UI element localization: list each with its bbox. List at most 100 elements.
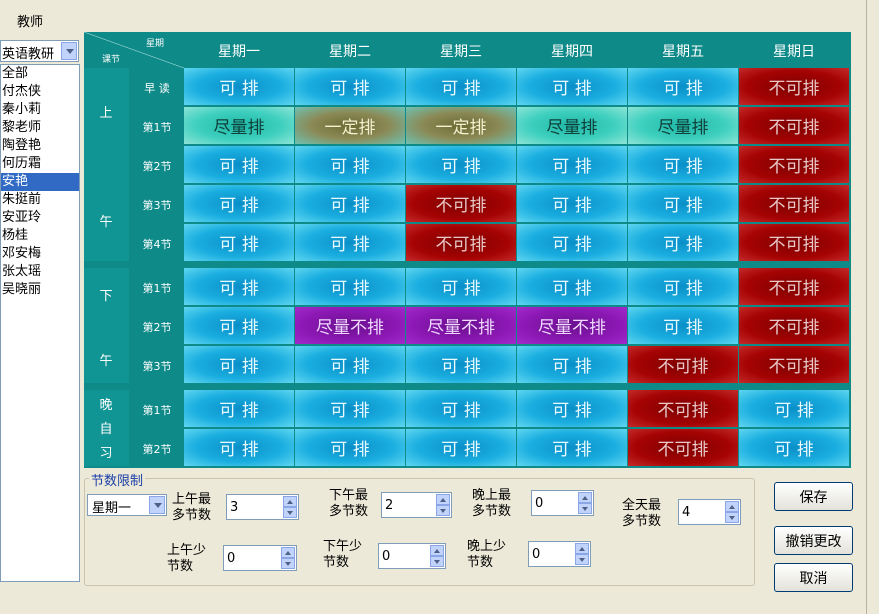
spin-down-icon[interactable]: [725, 512, 739, 523]
timetable-cell[interactable]: 不可排: [739, 307, 849, 344]
teacher-list-item[interactable]: 付杰侠: [1, 83, 79, 101]
am_max-value[interactable]: 3: [230, 500, 238, 515]
teacher-list-item[interactable]: 张太瑶: [1, 263, 79, 281]
timetable-cell[interactable]: 尽量不排: [406, 307, 516, 344]
timetable-cell[interactable]: 可 排: [628, 224, 738, 261]
spin-up-icon[interactable]: [578, 492, 592, 503]
timetable-cell[interactable]: 可 排: [295, 390, 405, 427]
pm_min-spinner[interactable]: 0: [378, 543, 446, 569]
timetable-cell[interactable]: 可 排: [295, 268, 405, 305]
teacher-list-item[interactable]: 吴晓丽: [1, 281, 79, 299]
timetable-cell[interactable]: 可 排: [517, 268, 627, 305]
timetable-cell[interactable]: 可 排: [184, 268, 294, 305]
timetable-cell[interactable]: 可 排: [184, 146, 294, 183]
spin-down-icon[interactable]: [436, 505, 450, 516]
spin-up-icon[interactable]: [283, 496, 297, 507]
pm_min-value[interactable]: 0: [382, 549, 390, 564]
spin-up-icon[interactable]: [575, 543, 589, 554]
timetable-cell[interactable]: 可 排: [517, 146, 627, 183]
timetable-cell[interactable]: 可 排: [406, 346, 516, 383]
spin-down-icon[interactable]: [578, 503, 592, 514]
spin-down-icon[interactable]: [281, 558, 295, 569]
timetable-cell[interactable]: 尽量排: [184, 107, 294, 144]
teacher-list-item[interactable]: 安亚玲: [1, 209, 79, 227]
save-button[interactable]: 保存: [774, 482, 853, 511]
teacher-list-item[interactable]: 何历霜: [1, 155, 79, 173]
eve_min-value[interactable]: 0: [532, 547, 540, 562]
timetable-cell[interactable]: 可 排: [184, 68, 294, 105]
spin-down-icon[interactable]: [430, 556, 444, 567]
timetable-cell[interactable]: 可 排: [628, 68, 738, 105]
timetable-cell[interactable]: 可 排: [184, 346, 294, 383]
spin-up-icon[interactable]: [725, 501, 739, 512]
spin-down-icon[interactable]: [575, 554, 589, 565]
timetable-cell[interactable]: 不可排: [739, 185, 849, 222]
eve_max-spinner[interactable]: 0: [531, 490, 594, 516]
timetable-cell[interactable]: 一定排: [406, 107, 516, 144]
chevron-down-icon[interactable]: [61, 42, 77, 60]
pm_max-value[interactable]: 2: [385, 498, 393, 513]
timetable-cell[interactable]: 不可排: [739, 346, 849, 383]
teacher-list-item[interactable]: 黎老师: [1, 119, 79, 137]
timetable-cell[interactable]: 可 排: [406, 390, 516, 427]
timetable-cell[interactable]: 可 排: [517, 185, 627, 222]
timetable-cell[interactable]: 不可排: [739, 68, 849, 105]
timetable-cell[interactable]: 不可排: [406, 185, 516, 222]
timetable-cell[interactable]: 可 排: [628, 146, 738, 183]
timetable-cell[interactable]: 不可排: [628, 346, 738, 383]
timetable-cell[interactable]: 可 排: [739, 390, 849, 427]
chevron-down-icon[interactable]: [149, 496, 165, 514]
timetable-cell[interactable]: 可 排: [739, 429, 849, 466]
teacher-list-item[interactable]: 杨桂: [1, 227, 79, 245]
timetable-cell[interactable]: 可 排: [406, 68, 516, 105]
timetable-cell[interactable]: 不可排: [739, 146, 849, 183]
timetable-cell[interactable]: 可 排: [517, 224, 627, 261]
teacher-list-item[interactable]: 秦小莉: [1, 101, 79, 119]
spin-up-icon[interactable]: [281, 547, 295, 558]
timetable-cell[interactable]: 可 排: [295, 429, 405, 466]
timetable-cell[interactable]: 可 排: [184, 185, 294, 222]
timetable-cell[interactable]: 可 排: [295, 346, 405, 383]
timetable-cell[interactable]: 一定排: [295, 107, 405, 144]
am_max-spinner[interactable]: 3: [226, 494, 299, 520]
day-select[interactable]: 星期一: [87, 494, 167, 516]
spin-up-icon[interactable]: [430, 545, 444, 556]
am_min-spinner[interactable]: 0: [223, 545, 297, 571]
timetable-cell[interactable]: 尽量不排: [295, 307, 405, 344]
timetable-cell[interactable]: 可 排: [517, 68, 627, 105]
timetable-cell[interactable]: 可 排: [184, 390, 294, 427]
timetable-cell[interactable]: 可 排: [184, 307, 294, 344]
timetable-cell[interactable]: 尽量排: [517, 107, 627, 144]
teacher-list-item[interactable]: 全部: [1, 65, 79, 83]
teacher-list-item[interactable]: 安艳: [1, 173, 79, 191]
timetable-cell[interactable]: 可 排: [295, 185, 405, 222]
timetable-cell[interactable]: 可 排: [295, 224, 405, 261]
day_max-value[interactable]: 4: [682, 505, 690, 520]
timetable-cell[interactable]: 可 排: [517, 346, 627, 383]
timetable-cell[interactable]: 不可排: [739, 224, 849, 261]
timetable-cell[interactable]: 不可排: [739, 107, 849, 144]
pm_max-spinner[interactable]: 2: [381, 492, 452, 518]
teacher-list-item[interactable]: 朱挺前: [1, 191, 79, 209]
timetable-cell[interactable]: 可 排: [517, 429, 627, 466]
am_min-value[interactable]: 0: [227, 551, 235, 566]
timetable-cell[interactable]: 不可排: [628, 429, 738, 466]
timetable-cell[interactable]: 不可排: [739, 268, 849, 305]
teacher-list-item[interactable]: 陶登艳: [1, 137, 79, 155]
teacher-list-item[interactable]: 邓安梅: [1, 245, 79, 263]
timetable-cell[interactable]: 不可排: [406, 224, 516, 261]
eve_min-spinner[interactable]: 0: [528, 541, 591, 567]
timetable-cell[interactable]: 可 排: [184, 224, 294, 261]
timetable-cell[interactable]: 可 排: [406, 429, 516, 466]
timetable-cell[interactable]: 可 排: [184, 429, 294, 466]
timetable-cell[interactable]: 可 排: [517, 390, 627, 427]
timetable-cell[interactable]: 可 排: [295, 146, 405, 183]
timetable-cell[interactable]: 不可排: [628, 390, 738, 427]
timetable-cell[interactable]: 可 排: [628, 268, 738, 305]
timetable-cell[interactable]: 可 排: [295, 68, 405, 105]
timetable-cell[interactable]: 尽量排: [628, 107, 738, 144]
timetable-cell[interactable]: 可 排: [406, 268, 516, 305]
timetable-cell[interactable]: 尽量不排: [517, 307, 627, 344]
teacher-list[interactable]: 全部 付杰侠 秦小莉 黎老师 陶登艳 何历霜 安艳 朱挺前 安亚玲 杨桂 邓安梅 张太瑶 吴晓丽: [0, 64, 80, 582]
spin-down-icon[interactable]: [283, 507, 297, 518]
